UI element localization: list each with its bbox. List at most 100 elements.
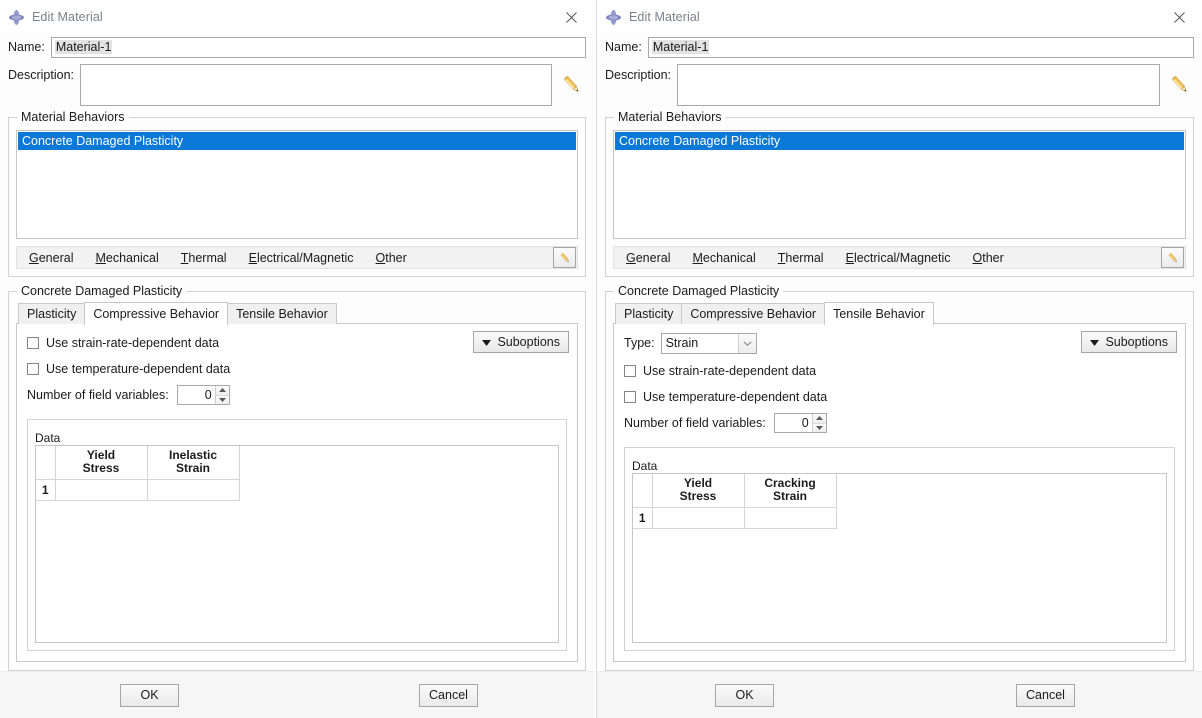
menu-item-other[interactable]: Other [973, 251, 1004, 265]
titlebar-left: Edit Material [0, 0, 594, 34]
table-row[interactable]: 1 [36, 479, 240, 501]
edit-pencil-button[interactable] [1161, 247, 1184, 268]
cancel-button[interactable]: Cancel [419, 683, 478, 707]
footer-right: OK Cancel [597, 671, 1202, 718]
suboptions-button[interactable]: Suboptions [1081, 331, 1177, 353]
data-group-left: Data Yield Stress Inelastic Strain 1 [27, 419, 567, 651]
stepper-down-icon[interactable] [812, 423, 826, 432]
table-header-yield-stress: Yield Stress [55, 446, 148, 480]
pencil-icon[interactable] [558, 64, 586, 106]
description-label: Description: [605, 68, 671, 82]
description-input[interactable] [80, 64, 552, 106]
strain-rate-checkbox[interactable] [624, 365, 636, 377]
row-index: 1 [36, 479, 56, 501]
cancel-button[interactable]: Cancel [1016, 683, 1075, 707]
menu-item-electrical-magnetic[interactable]: Electrical/Magnetic [846, 251, 951, 265]
stepper-up-icon[interactable] [812, 414, 826, 424]
menu-item-thermal[interactable]: Thermal [181, 251, 227, 265]
dialog-title: Edit Material [32, 10, 103, 24]
menu-item-mechanical[interactable]: Mechanical [692, 251, 755, 265]
type-select[interactable]: Strain [660, 332, 757, 354]
tabpanel-tensile-behavior: Suboptions Type: Strain Use strain-rate-… [613, 323, 1186, 662]
name-row: Name: Material-1 [8, 35, 586, 59]
temperature-row: Use temperature-dependent data [624, 386, 1175, 408]
cell-yield-stress[interactable] [55, 479, 148, 501]
pencil-icon[interactable] [1166, 64, 1194, 106]
tabpanel-compressive-behavior: Suboptions Use strain-rate-dependent dat… [16, 323, 578, 662]
field-variables-value[interactable]: 0 [775, 416, 812, 430]
material-behaviors-list[interactable]: Concrete Damaged Plasticity [16, 130, 578, 239]
header-line-2: Strain [175, 461, 210, 476]
tab-compressive-behavior[interactable]: Compressive Behavior [681, 303, 826, 324]
tab-plasticity[interactable]: Plasticity [615, 303, 683, 324]
type-select-value: Strain [665, 336, 699, 350]
data-group-title: Data [632, 459, 1167, 473]
table-row[interactable]: 1 [633, 507, 837, 529]
data-table: Yield Stress Inelastic Strain 1 [36, 446, 240, 501]
temperature-label: Use temperature-dependent data [46, 362, 231, 376]
stepper-buttons[interactable] [811, 414, 826, 432]
chevron-down-icon[interactable] [737, 333, 756, 353]
close-icon[interactable] [1166, 6, 1192, 28]
menu-item-mechanical[interactable]: Mechanical [95, 251, 158, 265]
chevron-down-icon [482, 335, 492, 349]
description-input[interactable] [677, 64, 1160, 106]
temperature-checkbox[interactable] [27, 363, 39, 375]
ok-button[interactable]: OK [120, 683, 179, 707]
suboptions-button[interactable]: Suboptions [473, 331, 569, 353]
field-variables-stepper[interactable]: 0 [176, 385, 230, 405]
cell-cracking-strain[interactable] [744, 507, 837, 529]
table-header-cracking-strain: Cracking Strain [744, 474, 837, 508]
tab-tensile-behavior[interactable]: Tensile Behavior [824, 302, 934, 325]
menu-item-other[interactable]: Other [376, 251, 407, 265]
strain-rate-checkbox[interactable] [27, 337, 39, 349]
table-header-row: Yield Stress Cracking Strain [633, 474, 837, 508]
header-line-2: Stress [82, 461, 120, 476]
field-variables-value[interactable]: 0 [178, 388, 215, 402]
edit-pencil-button[interactable] [553, 247, 576, 268]
tab-compressive-behavior[interactable]: Compressive Behavior [84, 302, 229, 325]
cell-yield-stress[interactable] [652, 507, 745, 529]
menu-item-general[interactable]: General [626, 251, 670, 265]
close-icon[interactable] [558, 6, 584, 28]
stepper-up-icon[interactable] [215, 386, 229, 396]
tab-plasticity[interactable]: Plasticity [18, 303, 86, 324]
list-item[interactable]: Concrete Damaged Plasticity [18, 132, 576, 150]
temperature-checkbox[interactable] [624, 391, 636, 403]
field-variables-row: Number of field variables: 0 [27, 384, 567, 406]
material-behaviors-title: Material Behaviors [614, 110, 726, 124]
field-variables-stepper[interactable]: 0 [773, 413, 827, 433]
list-item[interactable]: Concrete Damaged Plasticity [615, 132, 1184, 150]
cdp-group-title: Concrete Damaged Plasticity [17, 284, 187, 298]
cell-inelastic-strain[interactable] [147, 479, 240, 501]
material-behaviors-list[interactable]: Concrete Damaged Plasticity [613, 130, 1186, 239]
material-diamond-icon [605, 9, 622, 26]
menu-item-general[interactable]: General [29, 251, 73, 265]
strain-rate-label: Use strain-rate-dependent data [46, 336, 220, 350]
stepper-buttons[interactable] [214, 386, 229, 404]
name-label: Name: [8, 40, 45, 54]
cdp-group-title: Concrete Damaged Plasticity [614, 284, 784, 298]
field-variables-label: Number of field variables: [27, 388, 169, 402]
chevron-down-icon [1090, 335, 1100, 349]
type-label: Type: [624, 336, 655, 350]
material-behaviors-group: Material Behaviors Concrete Damaged Plas… [8, 110, 586, 277]
name-input-value: Material-1 [54, 40, 113, 54]
data-table-wrap[interactable]: Yield Stress Cracking Strain 1 [632, 473, 1167, 643]
tab-tensile-behavior[interactable]: Tensile Behavior [227, 303, 337, 324]
suboptions-label: Suboptions [497, 335, 560, 349]
field-variables-row: Number of field variables: 0 [624, 412, 1175, 434]
category-menubar: General Mechanical Thermal Electrical/Ma… [613, 246, 1186, 269]
name-input[interactable]: Material-1 [647, 36, 1194, 58]
ok-button[interactable]: OK [715, 683, 774, 707]
name-input[interactable]: Material-1 [50, 36, 586, 58]
category-menubar: General Mechanical Thermal Electrical/Ma… [16, 246, 578, 269]
menu-item-electrical-magnetic[interactable]: Electrical/Magnetic [249, 251, 354, 265]
description-row: Description: [605, 64, 1194, 106]
data-group-title: Data [35, 431, 559, 445]
header-line-2: Strain [772, 489, 807, 504]
dialog-title: Edit Material [629, 10, 700, 24]
menu-item-thermal[interactable]: Thermal [778, 251, 824, 265]
data-table-wrap[interactable]: Yield Stress Inelastic Strain 1 [35, 445, 559, 643]
stepper-down-icon[interactable] [215, 395, 229, 404]
